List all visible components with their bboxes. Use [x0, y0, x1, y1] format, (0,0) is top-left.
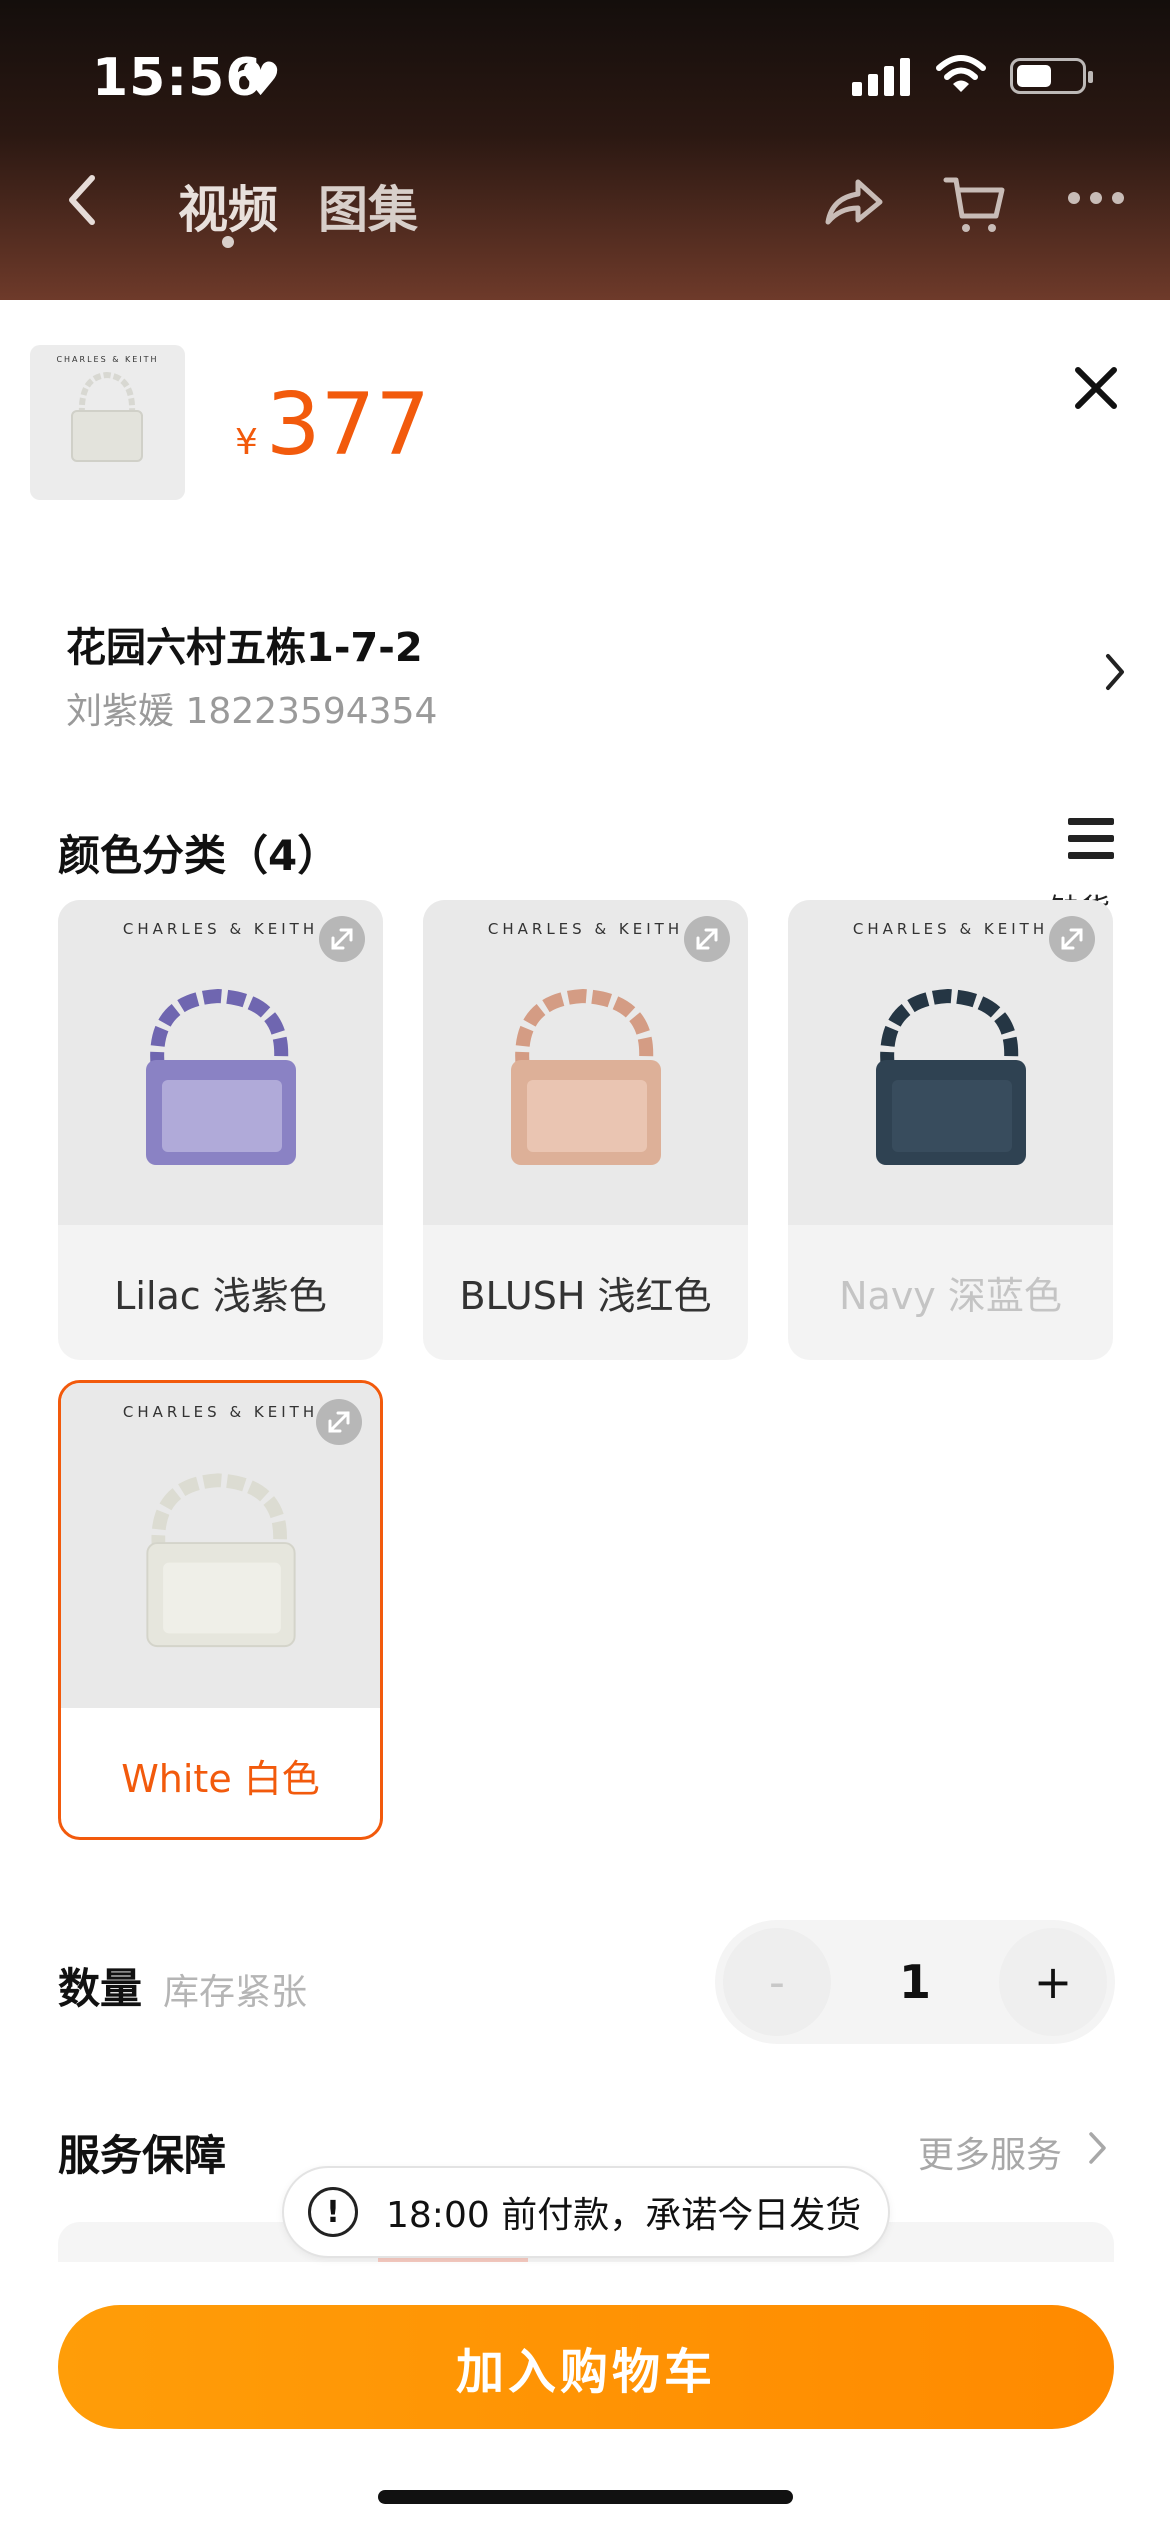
status-bar: 15:56 ♥	[0, 44, 1170, 114]
thumb-brand: CHARLES & KEITH	[56, 355, 159, 364]
expand-icon[interactable]	[316, 1399, 362, 1445]
top-header: 15:56 ♥ 视频 图集	[0, 0, 1170, 300]
tab-gallery[interactable]: 图集	[318, 170, 418, 242]
quantity-stepper: - 1 +	[715, 1920, 1115, 2044]
more-icon[interactable]	[1066, 190, 1126, 206]
status-time: 15:56	[92, 48, 263, 108]
price-currency: ¥	[235, 422, 258, 463]
price: ¥ 377	[235, 375, 430, 475]
close-icon[interactable]	[1068, 360, 1124, 416]
service-label: 服务保障	[58, 2131, 227, 2180]
expand-icon[interactable]	[1049, 916, 1095, 962]
option-label: White 白色	[121, 1757, 320, 1801]
active-tab-dot	[222, 236, 234, 248]
back-icon[interactable]	[58, 170, 108, 230]
tab-video[interactable]: 视频	[178, 170, 278, 242]
decrease-button[interactable]: -	[723, 1928, 831, 2036]
color-option-lilac[interactable]: CHARLES & KEITH Lilac 浅紫色	[58, 900, 383, 1360]
stock-note: 库存紧张	[163, 1972, 308, 2013]
battery-icon	[1010, 58, 1093, 94]
address-title[interactable]: 花园六村五栋1-7-2	[66, 615, 423, 673]
cart-icon[interactable]	[942, 174, 1008, 238]
delivery-toast: ! 18:00 前付款，承诺今日发货	[282, 2166, 890, 2258]
option-label: Lilac 浅紫色	[114, 1274, 327, 1318]
address-contact[interactable]: 刘紫媛 18223594354	[66, 682, 437, 734]
price-value: 377	[265, 375, 431, 475]
color-option-white[interactable]: CHARLES & KEITH White 白色	[58, 1380, 383, 1840]
expand-icon[interactable]	[684, 916, 730, 962]
color-option-navy[interactable]: CHARLES & KEITH Navy 深蓝色	[788, 900, 1113, 1360]
heart-icon: ♥	[240, 52, 282, 106]
nav-row: 视频 图集	[0, 160, 1170, 250]
color-section-title: 颜色分类（4）	[58, 831, 340, 880]
quantity-value[interactable]: 1	[865, 1920, 965, 2044]
color-option-blush[interactable]: CHARLES & KEITH BLUSH 浅红色	[423, 900, 748, 1360]
home-indicator	[378, 2490, 793, 2504]
wifi-icon	[936, 55, 986, 92]
chevron-right-icon[interactable]	[1100, 650, 1130, 694]
more-services-link[interactable]: 更多服务	[918, 2126, 1062, 2178]
list-view-icon[interactable]	[1068, 818, 1114, 868]
add-to-cart-button[interactable]: 加入购物车	[58, 2305, 1114, 2429]
expand-icon[interactable]	[319, 916, 365, 962]
option-label: BLUSH 浅红色	[459, 1274, 712, 1318]
increase-button[interactable]: +	[999, 1928, 1107, 2036]
chevron-right-icon[interactable]	[1085, 2128, 1111, 2168]
share-icon[interactable]	[822, 174, 886, 230]
thumb-bag-image	[71, 371, 143, 462]
signal-icon	[852, 56, 910, 96]
option-label: Navy 深蓝色	[839, 1274, 1062, 1318]
product-thumbnail[interactable]: CHARLES & KEITH	[30, 345, 185, 500]
alert-icon: !	[308, 2187, 358, 2237]
toast-text: 18:00 前付款，承诺今日发货	[386, 2195, 862, 2236]
quantity-label: 数量	[58, 1964, 143, 2013]
